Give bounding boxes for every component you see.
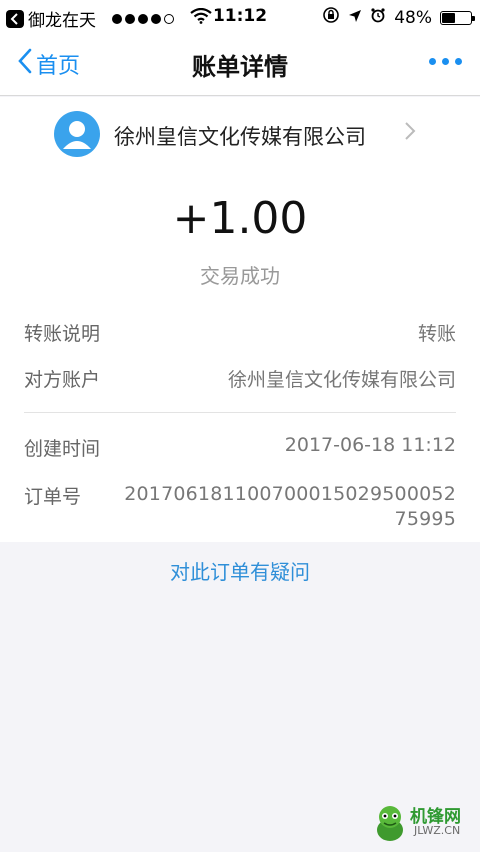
transaction-status: 交易成功 <box>200 264 280 288</box>
detail-label: 创建时间 <box>24 438 101 460</box>
chevron-right-icon <box>404 121 416 145</box>
screen: 御龙在天 11:12 48% 首页 账单详情 徐州皇信文化传媒有限公司 +1.0… <box>0 0 480 852</box>
detail-label: 订单号 <box>24 486 82 508</box>
detail-value: 徐州皇信文化传媒有限公司 <box>227 369 456 391</box>
user-icon <box>63 121 91 149</box>
nav-bar: 首页 账单详情 <box>0 34 480 96</box>
rotation-lock-icon <box>322 6 340 29</box>
status-bar: 御龙在天 11:12 48% <box>0 0 480 34</box>
bill-detail-card: 徐州皇信文化传媒有限公司 +1.00 交易成功 转账说明 转账 对方账户 徐州皇… <box>0 97 480 542</box>
avatar <box>54 111 100 157</box>
detail-value: 2017-06-18 11:12 <box>284 434 456 456</box>
watermark-sub: JLWZ.CN <box>414 824 461 837</box>
detail-value: 转账 <box>417 323 456 345</box>
battery-percent: 48% <box>394 7 432 28</box>
battery-icon <box>440 10 475 25</box>
divider <box>24 412 456 413</box>
payee-row[interactable]: 徐州皇信文化传媒有限公司 <box>0 111 480 163</box>
more-options-button[interactable] <box>429 58 462 65</box>
order-question-link[interactable]: 对此订单有疑问 <box>0 556 480 585</box>
alarm-icon <box>370 7 386 28</box>
order-number-value: 2017061811007000150295000527​5995 <box>124 483 456 530</box>
detail-label: 转账说明 <box>24 323 101 345</box>
site-watermark: 机锋网 JLWZ.CN <box>370 800 470 844</box>
page-title: 账单详情 <box>192 53 288 81</box>
status-right: 48% <box>322 6 475 29</box>
location-icon <box>348 8 362 28</box>
transaction-amount: +1.00 <box>172 193 308 244</box>
mascot-logo-icon <box>377 806 403 841</box>
payee-name: 徐州皇信文化传媒有限公司 <box>114 125 366 149</box>
detail-label: 对方账户 <box>24 369 101 391</box>
